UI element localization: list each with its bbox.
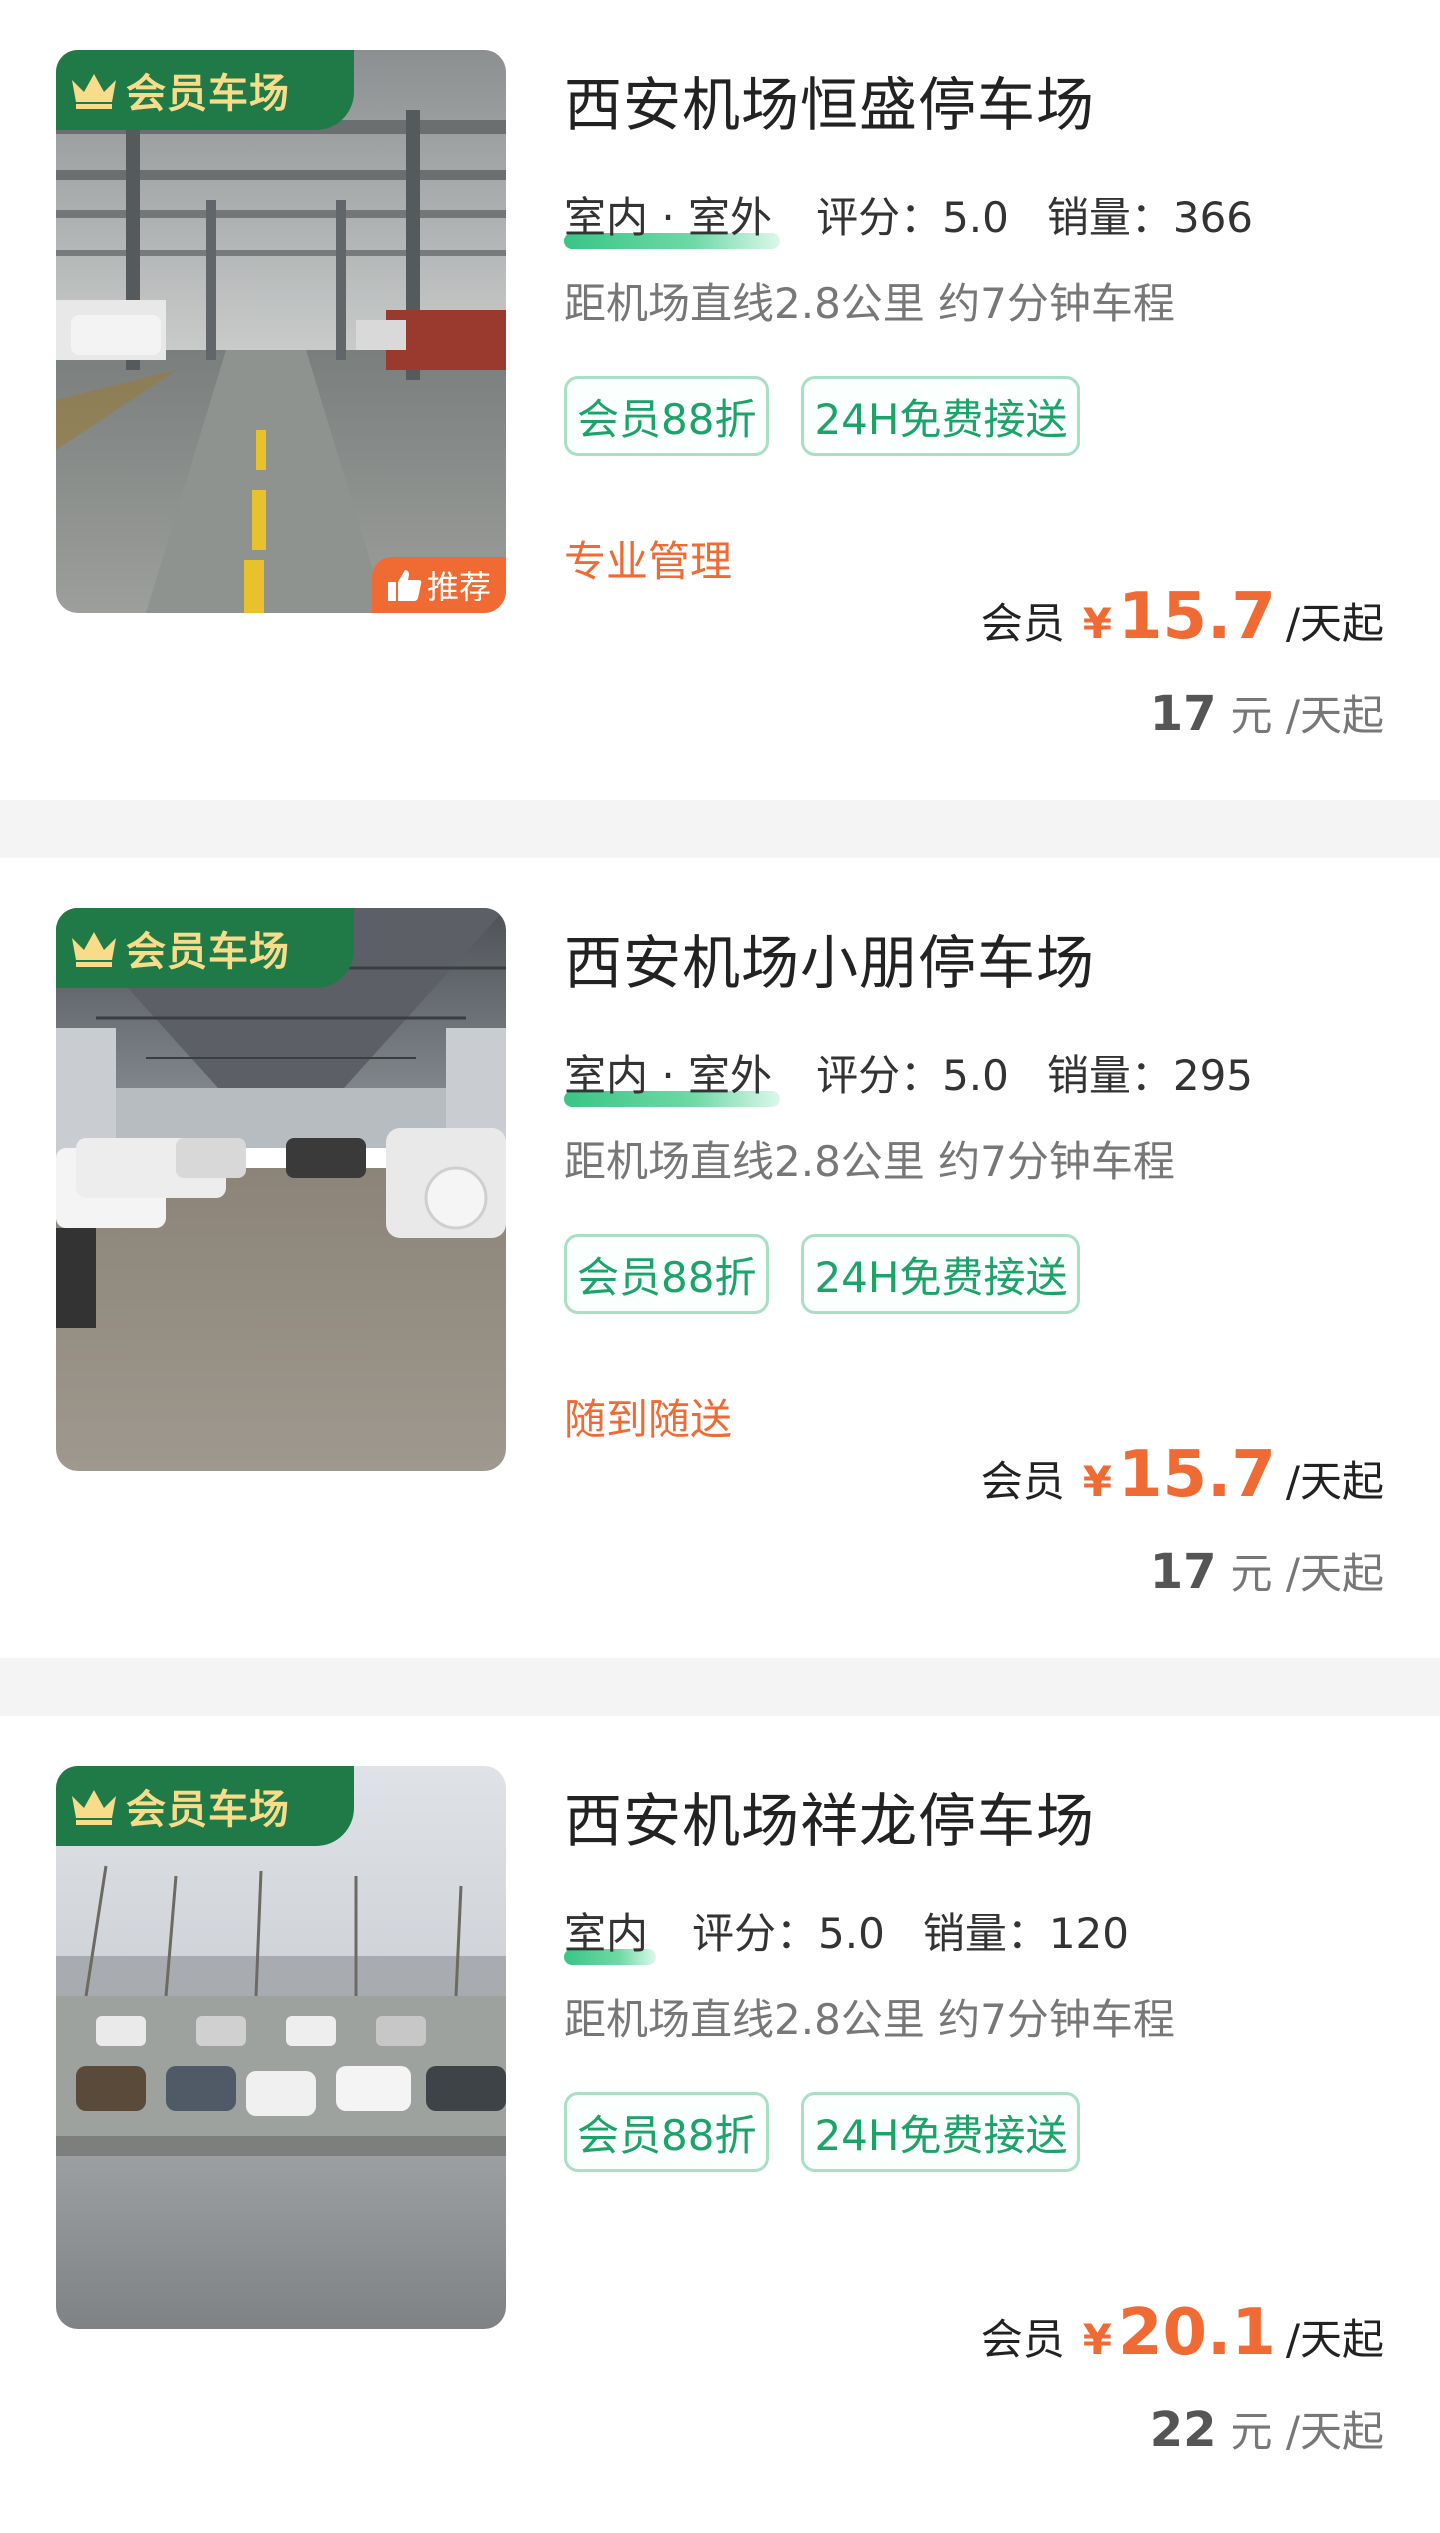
vip-badge: 会员车场: [56, 908, 354, 988]
member-price-value: 20.1: [1117, 2296, 1276, 2370]
distance-info: 距机场直线2.8公里 约7分钟车程: [564, 1995, 1175, 2044]
vip-badge: 会员车场: [56, 50, 354, 130]
crown-icon: [72, 1790, 116, 1825]
tag-list: 会员88折 24H免费接送: [564, 2092, 1112, 2172]
indoor-garage-icon: [56, 50, 506, 613]
price-unit: /天起: [1285, 1457, 1384, 1506]
parking-type: 室内 · 室外: [564, 1042, 781, 1107]
sales-count: 销量：120: [922, 1908, 1129, 1958]
sales-count: 销量：366: [1046, 192, 1254, 242]
member-label: 会员: [980, 599, 1065, 648]
original-price: 17 元 /天起: [1150, 682, 1384, 743]
original-price-value: 17: [1149, 1544, 1217, 1600]
currency-symbol: ¥: [1082, 1457, 1112, 1506]
tag-list: 会员88折 24H免费接送: [564, 376, 1112, 456]
covered-shed-icon: [56, 908, 506, 1471]
original-price: 22 元 /天起: [1150, 2398, 1384, 2459]
member-price-value: 15.7: [1117, 580, 1276, 654]
member-price: 会员 ¥ 20.1 /天起: [981, 2296, 1384, 2370]
recommend-badge: 推荐: [372, 557, 506, 613]
parking-type-label: 室内 · 室外: [564, 1050, 773, 1100]
parking-photo[interactable]: 会员车场: [56, 908, 506, 1471]
currency-symbol: ¥: [1082, 2315, 1112, 2364]
listing-meta: 室内 评分：5.0 销量：120: [564, 1900, 1129, 1965]
currency-symbol: ¥: [1082, 599, 1112, 648]
parking-type: 室内: [564, 1900, 657, 1965]
member-price: 会员 ¥ 15.7 /天起: [981, 580, 1384, 654]
sales-count: 销量：295: [1046, 1050, 1254, 1100]
tag-free-shuttle: 24H免费接送: [801, 2092, 1081, 2172]
distance-info: 距机场直线2.8公里 约7分钟车程: [564, 279, 1175, 328]
original-price-unit: 元 /天起: [1230, 691, 1384, 740]
recommend-label: 推荐: [426, 568, 491, 606]
vip-badge-label: 会员车场: [126, 1787, 290, 1833]
original-price-unit: 元 /天起: [1230, 2407, 1384, 2456]
card-divider: [0, 1658, 1440, 1716]
price-unit: /天起: [1285, 599, 1384, 648]
thumbs-up-icon: [387, 570, 422, 601]
original-price: 17 元 /天起: [1150, 1540, 1384, 1601]
parking-type-label: 室内: [564, 1908, 649, 1958]
member-label: 会员: [980, 1457, 1065, 1506]
parking-name[interactable]: 西安机场祥龙停车场: [564, 1774, 1095, 1858]
tag-list: 会员88折 24H免费接送: [564, 1234, 1112, 1314]
tag-member-discount: 会员88折: [564, 1234, 770, 1314]
vip-badge-label: 会员车场: [126, 71, 290, 117]
rating: 评分：5.0: [816, 1050, 1009, 1100]
member-price: 会员 ¥ 15.7 /天起: [981, 1438, 1384, 1512]
listing-meta: 室内 · 室外 评分：5.0 销量：295: [564, 1042, 1254, 1107]
member-price-value: 15.7: [1117, 1438, 1276, 1512]
original-price-value: 22: [1149, 2402, 1217, 2458]
vip-badge: 会员车场: [56, 1766, 354, 1846]
crown-icon: [72, 74, 116, 109]
price-unit: /天起: [1285, 2315, 1384, 2364]
crown-icon: [72, 932, 116, 967]
feature-text: 随到随送: [564, 1395, 733, 1444]
parking-type: 室内 · 室外: [564, 184, 781, 249]
parking-listing-card[interactable]: 会员车场 西安机场祥龙停车场 室内 评分：5.0 销量：120 距机场直线2.8…: [0, 1716, 1440, 2533]
original-price-unit: 元 /天起: [1230, 1549, 1384, 1598]
parking-listing-card[interactable]: 会员车场 西安机场小朋停车场 室内 · 室外 评分：5.0 销量：295 距机场…: [0, 858, 1440, 1658]
parking-name[interactable]: 西安机场恒盛停车场: [564, 58, 1095, 142]
tag-member-discount: 会员88折: [564, 376, 770, 456]
tag-free-shuttle: 24H免费接送: [801, 376, 1081, 456]
tag-member-discount: 会员88折: [564, 2092, 770, 2172]
parking-photo[interactable]: 会员车场: [56, 1766, 506, 2329]
rating: 评分：5.0: [816, 192, 1009, 242]
tag-free-shuttle: 24H免费接送: [801, 1234, 1081, 1314]
distance-info: 距机场直线2.8公里 约7分钟车程: [564, 1137, 1175, 1186]
parking-listing-card[interactable]: 会员车场 推荐 西安机场恒盛停车场 室内 · 室外 评分：5.0 销量：366 …: [0, 0, 1440, 800]
member-label: 会员: [980, 2315, 1065, 2364]
listing-meta: 室内 · 室外 评分：5.0 销量：366: [564, 184, 1254, 249]
feature-text: 专业管理: [564, 537, 733, 586]
vip-badge-label: 会员车场: [126, 929, 290, 975]
rating: 评分：5.0: [692, 1908, 885, 1958]
parking-photo[interactable]: 会员车场 推荐: [56, 50, 506, 613]
outdoor-lot-icon: [56, 1766, 506, 2329]
original-price-value: 17: [1149, 686, 1217, 742]
parking-type-label: 室内 · 室外: [564, 192, 773, 242]
parking-name[interactable]: 西安机场小朋停车场: [564, 916, 1095, 1000]
card-divider: [0, 800, 1440, 858]
